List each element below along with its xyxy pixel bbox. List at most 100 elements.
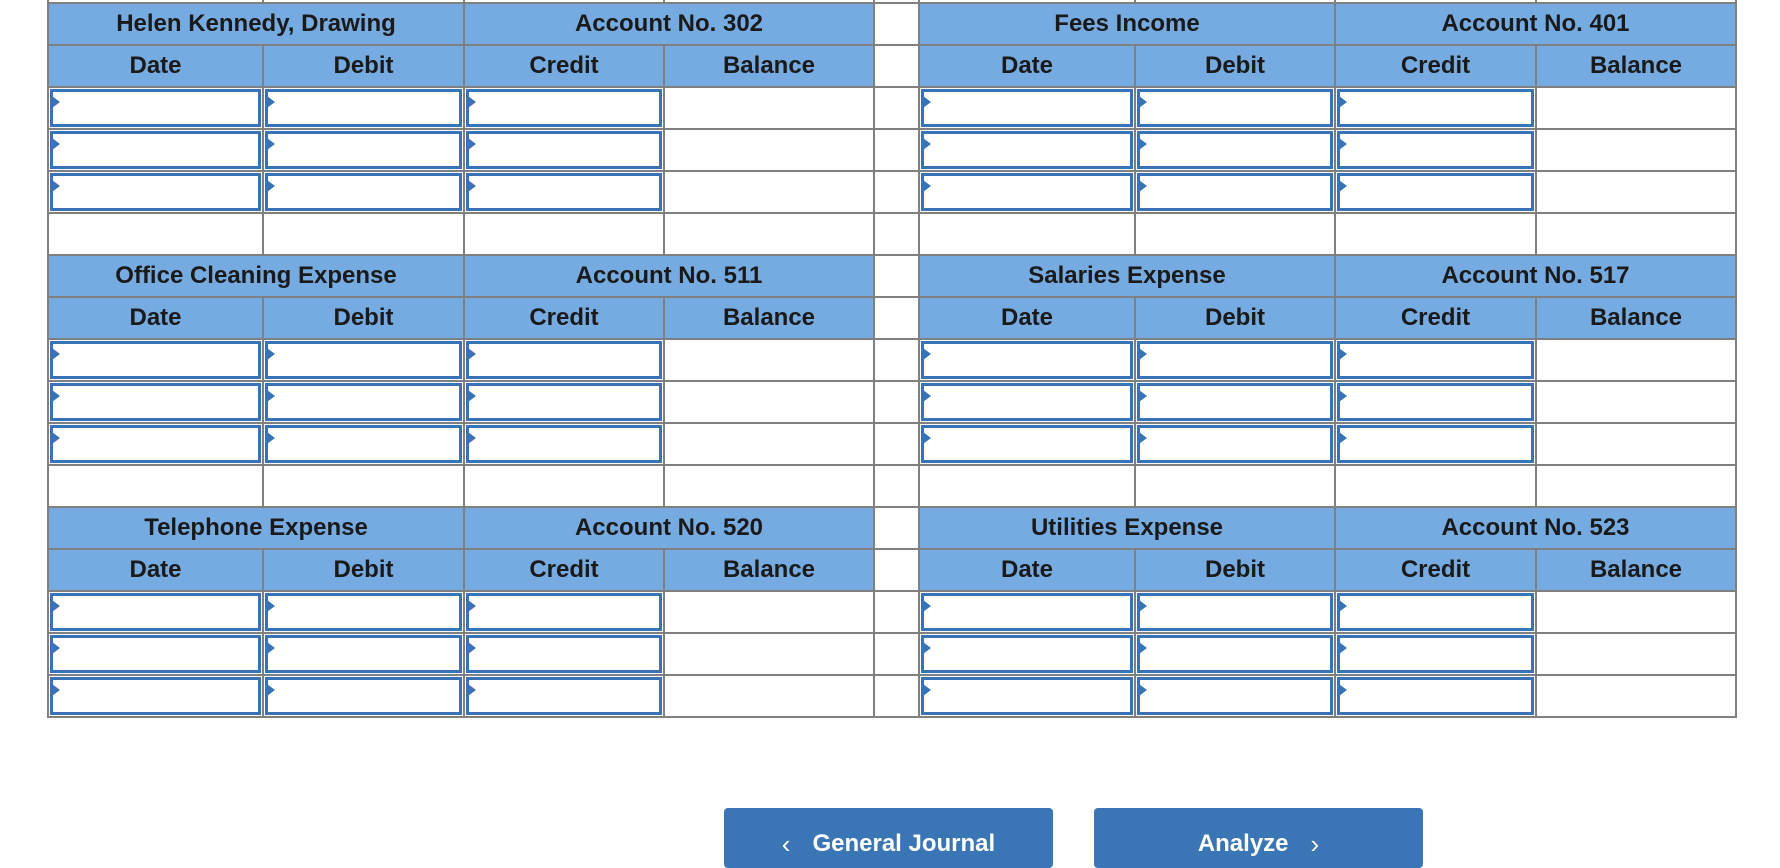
credit-input[interactable] bbox=[466, 383, 662, 421]
debit-input[interactable] bbox=[1137, 383, 1333, 421]
general-journal-button[interactable]: ‹ General Journal bbox=[724, 808, 1053, 868]
debit-input[interactable] bbox=[1137, 89, 1333, 127]
spacer-cell bbox=[873, 632, 920, 676]
credit-input[interactable] bbox=[1337, 173, 1534, 211]
empty-cell bbox=[262, 212, 465, 256]
date-cell bbox=[918, 590, 1136, 634]
debit-input[interactable] bbox=[265, 383, 462, 421]
date-input[interactable] bbox=[50, 173, 261, 211]
account-title: Helen Kennedy, Drawing bbox=[47, 2, 465, 46]
credit-cell bbox=[1334, 86, 1537, 130]
credit-input[interactable] bbox=[466, 173, 662, 211]
balance-cell bbox=[1535, 338, 1737, 382]
debit-input[interactable] bbox=[1137, 593, 1333, 631]
account-title: Utilities Expense bbox=[918, 506, 1336, 550]
empty-cell bbox=[1535, 212, 1737, 256]
debit-input[interactable] bbox=[1137, 635, 1333, 673]
credit-input[interactable] bbox=[466, 425, 662, 463]
debit-input[interactable] bbox=[265, 89, 462, 127]
credit-input[interactable] bbox=[466, 131, 662, 169]
column-header-credit: Credit bbox=[463, 44, 665, 88]
debit-input[interactable] bbox=[265, 593, 462, 631]
credit-input[interactable] bbox=[1337, 383, 1534, 421]
debit-input[interactable] bbox=[1137, 173, 1333, 211]
spacer-cell bbox=[873, 506, 920, 550]
debit-input[interactable] bbox=[1137, 425, 1333, 463]
date-input[interactable] bbox=[921, 173, 1133, 211]
general-journal-label: General Journal bbox=[812, 830, 996, 857]
date-input[interactable] bbox=[50, 341, 261, 379]
column-header-credit: Credit bbox=[1334, 548, 1537, 592]
date-cell bbox=[47, 590, 264, 634]
debit-input[interactable] bbox=[265, 341, 462, 379]
analyze-label: Analyze bbox=[1197, 830, 1289, 857]
account-title: Salaries Expense bbox=[918, 254, 1336, 298]
date-input[interactable] bbox=[921, 383, 1133, 421]
date-cell bbox=[918, 422, 1136, 466]
credit-input[interactable] bbox=[1337, 593, 1534, 631]
balance-cell bbox=[663, 422, 875, 466]
column-header-date: Date bbox=[918, 548, 1136, 592]
balance-cell bbox=[663, 338, 875, 382]
debit-input[interactable] bbox=[265, 635, 462, 673]
credit-input[interactable] bbox=[1337, 131, 1534, 169]
spacer-cell bbox=[873, 2, 920, 46]
date-input[interactable] bbox=[50, 89, 261, 127]
credit-input[interactable] bbox=[1337, 341, 1534, 379]
debit-input[interactable] bbox=[265, 677, 462, 715]
credit-input[interactable] bbox=[466, 677, 662, 715]
spacer-cell bbox=[873, 296, 920, 340]
debit-input[interactable] bbox=[265, 131, 462, 169]
date-input[interactable] bbox=[50, 635, 261, 673]
account-number: Account No. 302 bbox=[463, 2, 875, 46]
column-header-date: Date bbox=[47, 44, 264, 88]
empty-cell bbox=[1334, 212, 1537, 256]
date-input[interactable] bbox=[50, 131, 261, 169]
column-header-balance: Balance bbox=[663, 548, 875, 592]
empty-cell bbox=[47, 212, 264, 256]
blank-row bbox=[47, 212, 1737, 256]
debit-input[interactable] bbox=[265, 173, 462, 211]
empty-cell bbox=[663, 212, 875, 256]
empty-cell bbox=[47, 464, 264, 508]
empty-cell bbox=[463, 212, 665, 256]
date-input[interactable] bbox=[50, 425, 261, 463]
credit-input[interactable] bbox=[1337, 677, 1534, 715]
analyze-button[interactable]: Analyze › bbox=[1094, 808, 1423, 868]
empty-cell bbox=[1134, 212, 1336, 256]
debit-input[interactable] bbox=[1137, 341, 1333, 379]
date-input[interactable] bbox=[921, 131, 1133, 169]
empty-cell bbox=[663, 464, 875, 508]
spacer-cell bbox=[873, 44, 920, 88]
credit-input[interactable] bbox=[1337, 425, 1534, 463]
debit-cell bbox=[262, 86, 465, 130]
balance-cell bbox=[1535, 590, 1737, 634]
credit-input[interactable] bbox=[466, 341, 662, 379]
date-input[interactable] bbox=[50, 677, 261, 715]
account-title-row: Telephone Expense Account No. 520 Utilitie… bbox=[47, 506, 1737, 550]
credit-input[interactable] bbox=[1337, 635, 1534, 673]
date-input[interactable] bbox=[921, 677, 1133, 715]
date-input[interactable] bbox=[921, 89, 1133, 127]
debit-input[interactable] bbox=[265, 425, 462, 463]
debit-cell bbox=[262, 674, 465, 718]
ledger-entry-row bbox=[47, 674, 1737, 718]
debit-input[interactable] bbox=[1137, 131, 1333, 169]
date-input[interactable] bbox=[921, 635, 1133, 673]
date-input[interactable] bbox=[50, 593, 261, 631]
credit-cell bbox=[463, 632, 665, 676]
account-title: Fees Income bbox=[918, 2, 1336, 46]
credit-input[interactable] bbox=[466, 635, 662, 673]
spacer-cell bbox=[873, 590, 920, 634]
column-header-balance: Balance bbox=[1535, 548, 1737, 592]
date-input[interactable] bbox=[50, 383, 261, 421]
date-input[interactable] bbox=[921, 341, 1133, 379]
date-input[interactable] bbox=[921, 425, 1133, 463]
credit-input[interactable] bbox=[466, 593, 662, 631]
column-header-debit: Debit bbox=[1134, 548, 1336, 592]
credit-cell bbox=[463, 422, 665, 466]
credit-input[interactable] bbox=[1337, 89, 1534, 127]
date-input[interactable] bbox=[921, 593, 1133, 631]
debit-input[interactable] bbox=[1137, 677, 1333, 715]
credit-input[interactable] bbox=[466, 89, 662, 127]
